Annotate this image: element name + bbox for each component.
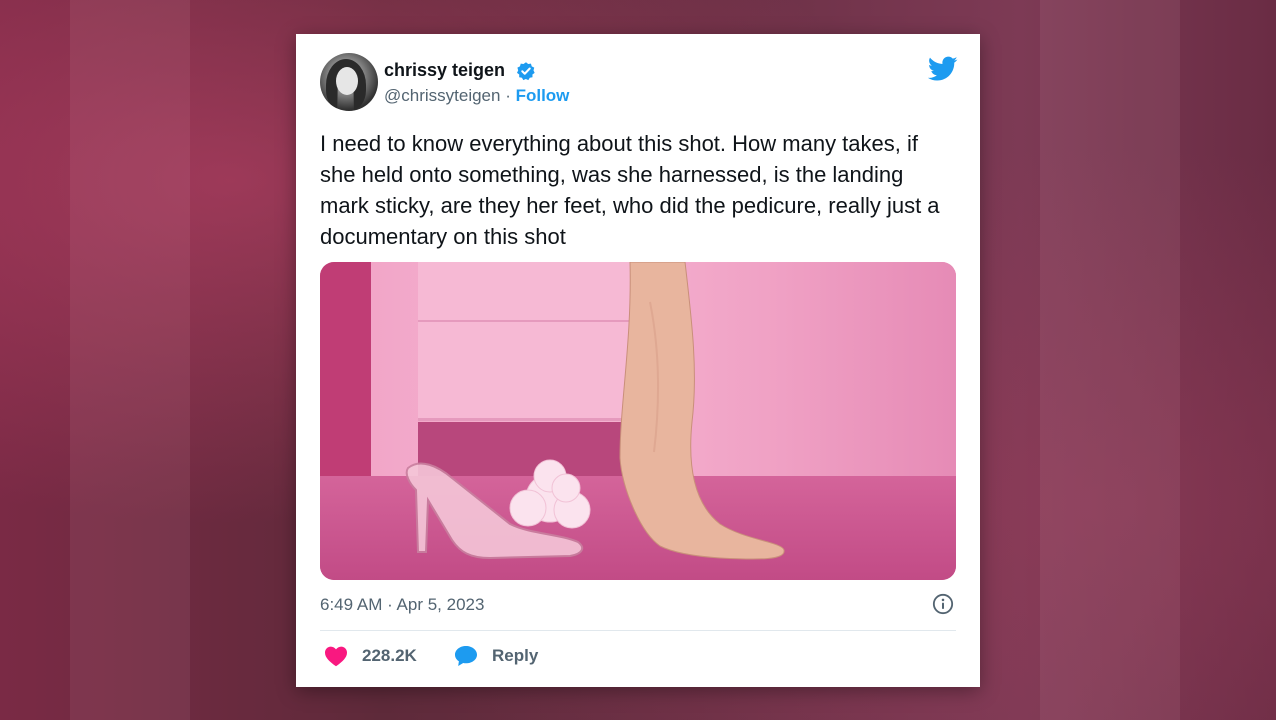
tweet-text: I need to know everything about this sho… [320,131,940,249]
tweet-card: chrissy teigen @chrissyteigen · Follow I… [296,34,980,687]
media-foot-and-shoe [405,262,785,560]
avatar-face [336,67,358,95]
author-handle-line: @chrissyteigen · Follow [384,86,569,106]
verified-badge-icon [517,62,535,81]
info-icon[interactable] [932,593,954,615]
reply-label: Reply [492,646,539,665]
like-count: 228.2K [362,646,417,665]
avatar[interactable] [320,53,378,111]
tweet-timestamp[interactable]: 6:49 AM · Apr 5, 2023 [320,595,484,615]
reply-button[interactable]: Reply [454,643,538,669]
heart-icon [325,646,347,667]
handle-separator: · [500,86,516,105]
follow-button[interactable]: Follow [516,86,570,105]
divider [320,630,956,631]
author-handle[interactable]: @chrissyteigen [384,86,500,105]
tweet-media-image[interactable] [320,262,956,580]
twitter-bird-icon[interactable] [928,56,958,82]
background-pillar [70,0,190,720]
like-button[interactable]: 228.2K [324,643,417,669]
author-name[interactable]: chrissy teigen [384,60,505,81]
speech-bubble-icon [455,646,477,666]
background-pillar [1040,0,1180,720]
